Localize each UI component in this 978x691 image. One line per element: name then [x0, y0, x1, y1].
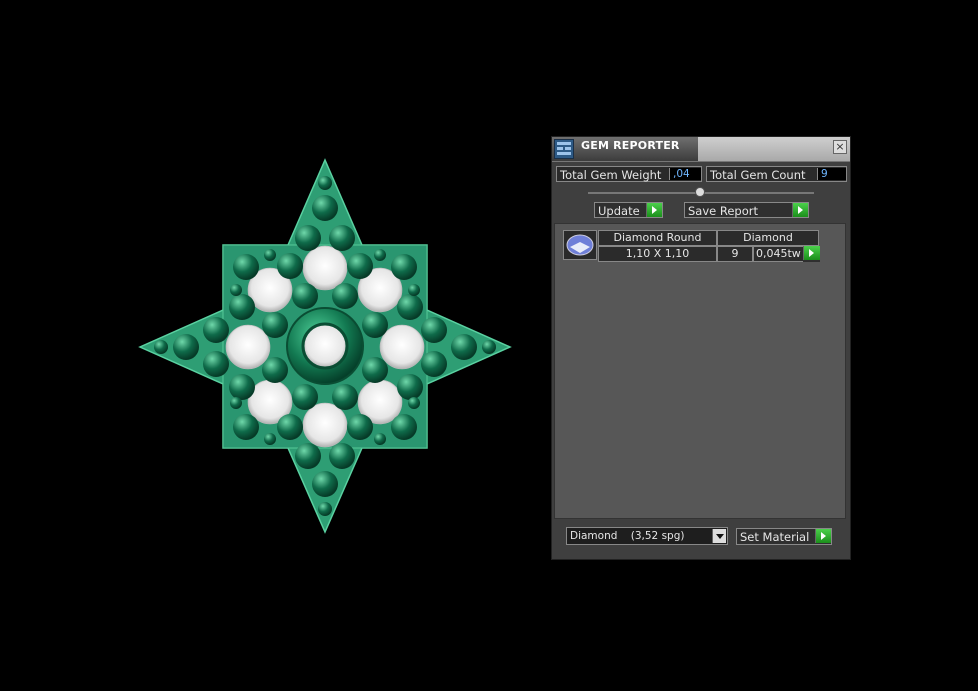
chevron-down-icon[interactable]: [712, 529, 726, 543]
emerald-sphere: [312, 195, 338, 221]
total-count-value: 9: [817, 168, 846, 180]
emerald-sphere: [332, 283, 358, 309]
emerald-sphere: [203, 317, 229, 343]
emerald-sphere: [397, 374, 423, 400]
gem-list: Diamond Round Diamond 1,10 X 1,10 9 0,04…: [554, 223, 846, 519]
emerald-sphere: [374, 249, 386, 261]
material-selected: Diamond (3,52 spg): [570, 530, 685, 542]
total-count-label: Total Gem Count: [710, 168, 806, 182]
emerald-sphere: [408, 284, 420, 296]
play-arrow-icon: [792, 203, 808, 217]
total-weight-value: ,04: [669, 168, 701, 180]
title-bar[interactable]: GEM REPORTER ×: [552, 137, 850, 162]
emerald-sphere: [230, 397, 242, 409]
emerald-sphere: [347, 414, 373, 440]
emerald-sphere: [421, 351, 447, 377]
emerald-sphere: [203, 351, 229, 377]
close-icon[interactable]: ×: [833, 140, 847, 154]
emerald-sphere: [397, 294, 423, 320]
update-button[interactable]: Update: [594, 202, 663, 218]
emerald-sphere: [233, 414, 259, 440]
title-gradient: GEM REPORTER: [552, 137, 698, 161]
emerald-sphere: [295, 443, 321, 469]
emerald-sphere: [277, 414, 303, 440]
emerald-sphere: [318, 176, 332, 190]
play-arrow-icon: [815, 529, 831, 543]
app-icon: [554, 139, 574, 159]
emerald-sphere: [292, 384, 318, 410]
list-size-slider-handle[interactable]: [695, 187, 705, 197]
emerald-sphere: [229, 374, 255, 400]
window-title: GEM REPORTER: [581, 139, 680, 152]
emerald-sphere: [262, 312, 288, 338]
emerald-sphere: [173, 334, 199, 360]
emerald-sphere: [391, 254, 417, 280]
update-label: Update: [598, 204, 640, 218]
emerald-sphere: [233, 254, 259, 280]
gem-reporter-panel: GEM REPORTER × Total Gem Weight ,04 Tota…: [551, 136, 851, 560]
save-report-button[interactable]: Save Report: [684, 202, 809, 218]
emerald-sphere: [229, 294, 255, 320]
emerald-sphere: [295, 225, 321, 251]
gem-count: 9: [717, 246, 753, 262]
emerald-sphere: [362, 357, 388, 383]
center-stone: [301, 322, 349, 370]
emerald-sphere: [154, 340, 168, 354]
emerald-sphere: [292, 283, 318, 309]
jewel-model[interactable]: [130, 150, 520, 545]
emerald-sphere: [347, 253, 373, 279]
emerald-sphere: [230, 284, 242, 296]
gem-select-button[interactable]: [803, 246, 820, 262]
emerald-sphere: [262, 357, 288, 383]
emerald-sphere: [332, 384, 358, 410]
emerald-sphere: [374, 433, 386, 445]
emerald-sphere: [362, 312, 388, 338]
emerald-sphere: [312, 471, 338, 497]
emerald-sphere: [451, 334, 477, 360]
emerald-sphere: [421, 317, 447, 343]
gem-shape: Diamond Round: [598, 230, 717, 246]
material-dropdown[interactable]: Diamond (3,52 spg): [566, 527, 728, 545]
emerald-sphere: [318, 502, 332, 516]
total-gem-count: Total Gem Count 9: [706, 166, 847, 182]
total-gem-weight: Total Gem Weight ,04: [556, 166, 702, 182]
play-arrow-icon: [803, 246, 820, 260]
emerald-sphere: [329, 443, 355, 469]
emerald-sphere: [277, 253, 303, 279]
emerald-sphere: [408, 397, 420, 409]
emerald-sphere: [264, 249, 276, 261]
gem-weight: 0,045tw: [753, 246, 805, 262]
save-report-label: Save Report: [688, 204, 759, 218]
set-material-button[interactable]: Set Material: [736, 528, 832, 545]
emerald-sphere: [264, 433, 276, 445]
gem-material: Diamond: [717, 230, 819, 246]
gem-thumbnail-icon: [563, 230, 597, 260]
emerald-sphere: [391, 414, 417, 440]
set-material-label: Set Material: [740, 530, 810, 544]
emerald-sphere: [329, 225, 355, 251]
gem-size: 1,10 X 1,10: [598, 246, 717, 262]
play-arrow-icon: [646, 203, 662, 217]
total-weight-label: Total Gem Weight: [560, 168, 662, 182]
emerald-sphere: [482, 340, 496, 354]
